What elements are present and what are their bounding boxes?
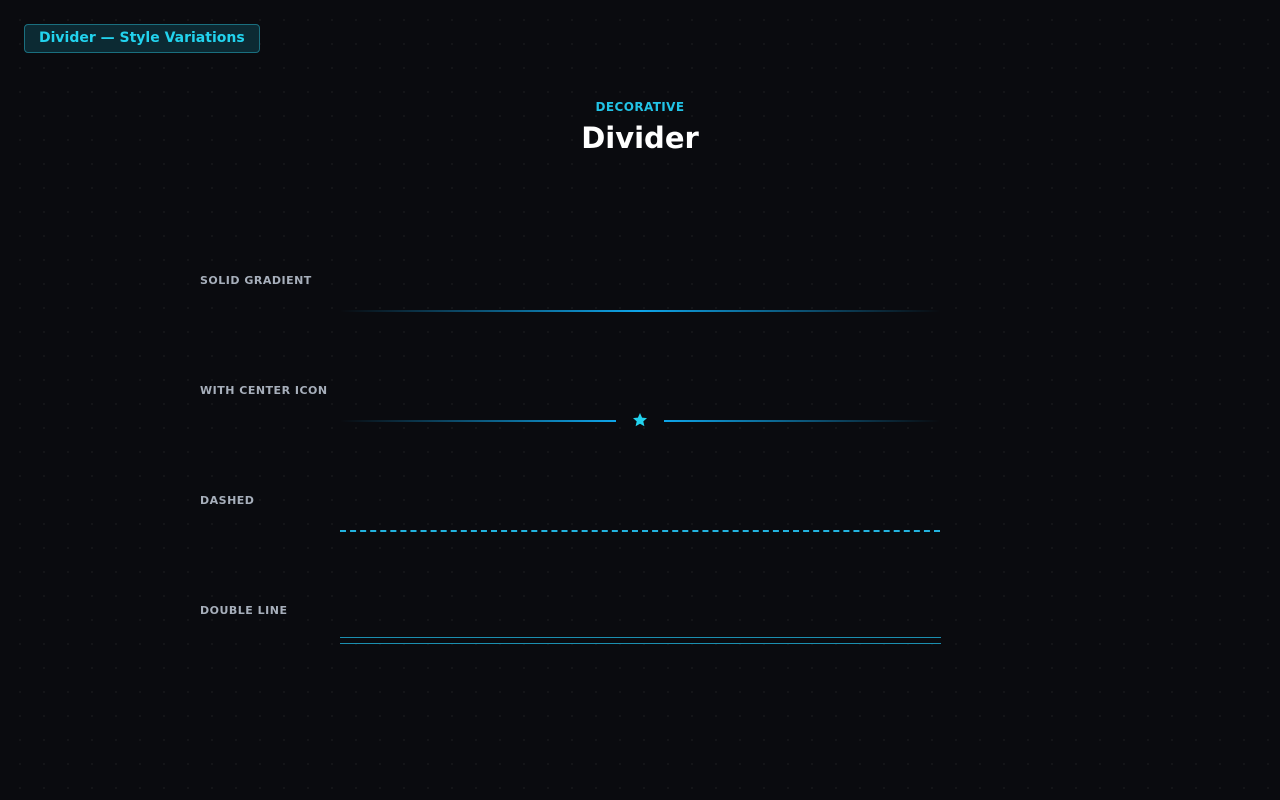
solid-gradient-divider	[340, 310, 940, 312]
dashed-divider	[340, 530, 940, 532]
solid-gradient-label: SOLID GRADIENT	[200, 274, 312, 287]
double-line-label: DOUBLE LINE	[200, 604, 288, 617]
section-eyebrow: DECORATIVE	[595, 100, 685, 114]
center-icon-divider-left	[340, 420, 616, 422]
dashed-label: DASHED	[200, 494, 255, 507]
star-icon	[633, 413, 647, 427]
center-icon-divider-right	[664, 420, 940, 422]
center-icon-label: WITH CENTER ICON	[200, 384, 328, 397]
page-title: Divider	[581, 121, 699, 155]
double-line-divider	[340, 637, 941, 644]
component-badge: Divider — Style Variations	[24, 24, 260, 53]
